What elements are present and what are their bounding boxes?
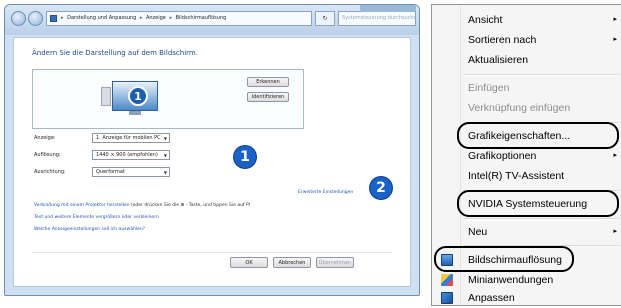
- menu-separator: [463, 74, 619, 76]
- menu-item-personalize[interactable]: Anpassen: [432, 288, 621, 308]
- breadcrumb-item[interactable]: Anzeige: [146, 15, 166, 21]
- gadgets-icon: [441, 274, 453, 286]
- refresh-icon[interactable]: ↻: [315, 11, 335, 26]
- windows-key-icon: ⊞: [180, 203, 185, 208]
- projector-hint: (oder drücken Sie die: [130, 203, 180, 208]
- resolution-select[interactable]: 1440 × 900 (empfohlen) ▼: [92, 150, 170, 160]
- highlight-oval-nvidia: [457, 190, 619, 217]
- menu-item-label: Minianwendungen: [468, 274, 554, 286]
- advanced-settings-link[interactable]: Erweiterte Einstellungen: [298, 190, 353, 195]
- window-caption-buttons[interactable]: [360, 5, 416, 12]
- menu-item-intel-tv-assistant[interactable]: Intel(R) TV-Assistent: [432, 166, 621, 186]
- search-input[interactable]: Systemsteuerung durchsuchen: [338, 11, 416, 26]
- menu-item-label: Grafikoptionen: [468, 150, 537, 162]
- projector-hint-2: - Taste, und tippen Sie auf P): [185, 203, 251, 208]
- menu-item-paste[interactable]: Einfügen: [432, 78, 621, 98]
- page-title: Ändern Sie die Darstellung auf dem Bilds…: [32, 49, 198, 57]
- cancel-button[interactable]: Abbrechen: [273, 257, 311, 268]
- breadcrumb[interactable]: ▸ Darstellung und Anpassung ▸ Anzeige ▸ …: [46, 11, 312, 26]
- menu-item-label: Neu: [468, 226, 488, 238]
- breadcrumb-separator: ▸: [169, 15, 172, 21]
- forward-button[interactable]: [28, 11, 43, 26]
- ok-button[interactable]: OK: [230, 257, 268, 268]
- menu-item-graphics-options[interactable]: Grafikoptionen ▸: [432, 146, 621, 166]
- highlight-oval-graphics-properties: [457, 122, 619, 149]
- submenu-arrow-icon: ▸: [613, 228, 617, 235]
- monitor-number: 1: [128, 86, 148, 106]
- window-toolbar: ▸ Darstellung und Anpassung ▸ Anzeige ▸ …: [5, 5, 419, 35]
- menu-item-gadgets[interactable]: Minianwendungen: [432, 270, 621, 290]
- menu-item-sort-by[interactable]: Sortieren nach ▸: [432, 30, 621, 50]
- menu-item-new[interactable]: Neu ▸: [432, 222, 621, 242]
- submenu-arrow-icon: ▸: [613, 36, 617, 43]
- projector-link[interactable]: Verbindung mit einem Projektor herstelle…: [34, 203, 129, 208]
- resolution-select-value: 1440 × 900 (empfohlen): [96, 152, 158, 158]
- menu-item-label: Einfügen: [468, 82, 510, 94]
- submenu-arrow-icon: ▸: [613, 152, 617, 159]
- chevron-down-icon: ▼: [163, 153, 167, 158]
- menu-separator: [463, 218, 619, 220]
- display-select-value: 1. Anzeige für mobilen PC: [96, 135, 161, 141]
- help-link[interactable]: Welche Anzeigeeinstellungen soll ich aus…: [34, 227, 145, 232]
- orientation-select-value: Querformat: [96, 169, 125, 175]
- menu-item-label: Ansicht: [468, 14, 503, 26]
- divider: [32, 252, 392, 253]
- personalize-icon: [441, 292, 453, 304]
- highlight-oval-screen-resolution: [434, 246, 574, 272]
- control-panel-icon: [50, 15, 57, 22]
- menu-item-label: Anpassen: [468, 292, 515, 304]
- resolution-label: Auflösung:: [34, 152, 61, 158]
- menu-item-paste-shortcut[interactable]: Verknüpfung einfügen: [432, 98, 621, 118]
- identify-button[interactable]: Identifizieren: [247, 92, 289, 102]
- monitor-icon[interactable]: 1: [112, 81, 158, 111]
- display-settings-window: ▸ Darstellung und Anpassung ▸ Anzeige ▸ …: [4, 4, 420, 296]
- orientation-select[interactable]: Querformat ▼: [92, 167, 170, 177]
- menu-item-refresh[interactable]: Aktualisieren: [432, 50, 621, 70]
- monitor-stand: [129, 111, 141, 115]
- menu-item-label: Intel(R) TV-Assistent: [468, 170, 565, 182]
- breadcrumb-item[interactable]: Darstellung und Anpassung: [67, 15, 136, 21]
- menu-item-label: Verknüpfung einfügen: [468, 102, 571, 114]
- callout-badge-2: 2: [370, 177, 392, 199]
- back-button[interactable]: [11, 11, 26, 26]
- menu-item-label: Aktualisieren: [468, 54, 529, 66]
- menu-item-view[interactable]: Ansicht ▸: [432, 10, 621, 30]
- display-label: Anzeige:: [34, 135, 56, 141]
- callout-badge-1: 1: [234, 146, 256, 168]
- secondary-monitor-icon[interactable]: [101, 87, 111, 106]
- desktop-context-menu: Ansicht ▸ Sortieren nach ▸ Aktualisieren…: [431, 4, 621, 306]
- text-size-link[interactable]: Text und weitere Elemente vergrößern ode…: [34, 215, 159, 220]
- menu-item-label: Sortieren nach: [468, 34, 537, 46]
- breadcrumb-separator: ▸: [61, 15, 64, 21]
- chevron-down-icon: ▼: [163, 136, 167, 141]
- detect-button[interactable]: Erkennen: [247, 77, 289, 87]
- chevron-down-icon: ▼: [163, 170, 167, 175]
- projector-link-row: Verbindung mit einem Projektor herstelle…: [34, 203, 250, 208]
- apply-button[interactable]: Übernehmen: [316, 257, 354, 268]
- breadcrumb-item[interactable]: Bildschirmauflösung: [176, 15, 227, 21]
- breadcrumb-separator: ▸: [139, 15, 143, 21]
- monitor-preview-panel: 1 Erkennen Identifizieren: [32, 69, 304, 129]
- orientation-label: Ausrichtung:: [34, 169, 66, 175]
- window-content: Ändern Sie die Darstellung auf dem Bilds…: [13, 37, 411, 287]
- submenu-arrow-icon: ▸: [613, 16, 617, 23]
- display-select[interactable]: 1. Anzeige für mobilen PC ▼: [92, 133, 170, 143]
